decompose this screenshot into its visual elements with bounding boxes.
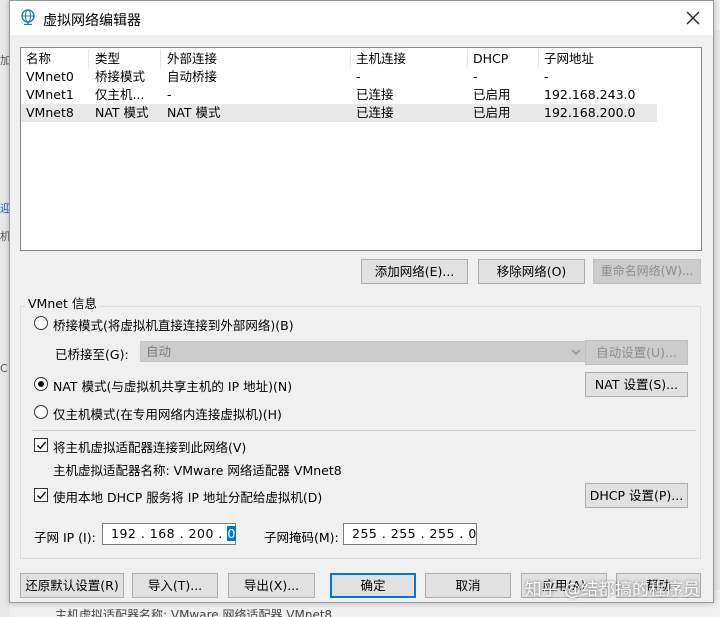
bridged-to-value: 自动 <box>146 344 172 359</box>
host-only-label[interactable]: 仅主机模式(在专用网络内连接虚拟机)(H) <box>53 404 282 423</box>
bridged-mode-radio[interactable] <box>34 316 48 330</box>
remove-network-button[interactable]: 移除网络(O) <box>478 259 585 284</box>
bridged-to-select[interactable]: 自动 <box>140 341 587 362</box>
cell-type: 仅主机... <box>95 87 145 102</box>
column-header-external[interactable]: 外部连接 <box>161 50 351 68</box>
network-list[interactable]: 名称 类型 外部连接 主机连接 DHCP 子网地址 VMnet0 桥接模式 自动… <box>20 47 702 251</box>
nat-settings-button[interactable]: NAT 设置(S)... <box>585 372 688 397</box>
restore-defaults-button[interactable]: 还原默认设置(R) <box>20 573 124 598</box>
network-globe-icon <box>21 9 35 25</box>
cell-subnet: 192.168.200.0 <box>544 105 636 120</box>
column-header-subnet[interactable]: 子网地址 <box>539 50 699 68</box>
window-title: 虚拟网络编辑器 <box>43 13 141 29</box>
vmnet-info-label: VMnet 信息 <box>26 293 99 312</box>
column-header-type[interactable]: 类型 <box>89 50 161 68</box>
cell-subnet: 192.168.243.0 <box>544 87 636 102</box>
cell-host: 已连接 <box>356 87 394 102</box>
nat-mode-label[interactable]: NAT 模式(与虚拟机共享主机的 IP 地址)(N) <box>53 376 292 395</box>
cell-host: 已连接 <box>356 105 394 120</box>
adapter-name-text: 主机虚拟适配器名称: VMware 网络适配器 VMnet8 <box>53 463 342 478</box>
nat-mode-radio[interactable] <box>34 377 48 391</box>
cell-name: VMnet1 <box>26 87 74 102</box>
table-row-selected[interactable]: VMnet8 NAT 模式 NAT 模式 已连接 已启用 192.168.200… <box>21 104 657 122</box>
export-button[interactable]: 导出(X)... <box>228 573 315 598</box>
cell-external: - <box>167 87 172 102</box>
auto-settings-button[interactable]: 自动设置(U)... <box>585 340 688 365</box>
cell-dhcp: - <box>473 69 478 84</box>
bridged-to-label: 已桥接至(G): <box>55 347 129 362</box>
subnet-mask-input[interactable]: 255 . 255 . 255 . 0 <box>343 523 477 545</box>
ok-button[interactable]: 确定 <box>330 573 416 598</box>
table-row[interactable]: VMnet0 桥接模式 自动桥接 - - - <box>21 68 657 86</box>
cell-type: 桥接模式 <box>95 69 146 84</box>
column-header-name[interactable]: 名称 <box>21 50 89 68</box>
cell-host: - <box>356 69 361 84</box>
dhcp-label[interactable]: 使用本地 DHCP 服务将 IP 地址分配给虚拟机(D) <box>53 487 322 506</box>
add-network-button[interactable]: 添加网络(E)... <box>361 259 468 284</box>
checkmark-icon <box>36 491 47 500</box>
connect-adapter-label[interactable]: 将主机虚拟适配器连接到此网络(V) <box>53 437 246 456</box>
close-icon[interactable] <box>683 8 703 28</box>
cancel-button[interactable]: 取消 <box>425 573 511 598</box>
cell-dhcp: 已启用 <box>473 105 511 120</box>
dhcp-settings-button[interactable]: DHCP 设置(P)... <box>585 483 688 508</box>
cell-name: VMnet0 <box>26 69 74 84</box>
title-bar: 虚拟网络编辑器 <box>10 1 713 35</box>
import-button[interactable]: 导入(T)... <box>132 573 218 598</box>
subnet-ip-last-octet: 0 <box>227 526 236 541</box>
chevron-down-icon <box>571 349 581 355</box>
rename-network-button[interactable]: 重命名网络(W)... <box>593 259 701 284</box>
virtual-network-editor-dialog: 虚拟网络编辑器 名称 类型 外部连接 主机连接 DHCP 子网地址 VMnet0… <box>9 0 714 603</box>
cell-subnet: - <box>544 69 549 84</box>
cell-type: NAT 模式 <box>95 105 149 120</box>
list-header: 名称 类型 外部连接 主机连接 DHCP 子网地址 <box>21 50 701 68</box>
background-window-text: 主机虚拟适配器名称: VMware 网络适配器 VMnet8 <box>55 608 333 617</box>
column-header-host[interactable]: 主机连接 <box>351 50 468 68</box>
cell-external: 自动桥接 <box>167 69 218 84</box>
table-row[interactable]: VMnet1 仅主机... - 已连接 已启用 192.168.243.0 <box>21 86 657 104</box>
bridged-mode-label[interactable]: 桥接模式(将虚拟机直接连接到外部网络)(B) <box>53 315 294 334</box>
column-header-dhcp[interactable]: DHCP <box>468 50 539 68</box>
checkmark-icon <box>36 441 47 450</box>
subnet-ip-label: 子网 IP (I): <box>34 530 96 545</box>
watermark: 知乎 @结都搞的程序员 <box>524 580 700 600</box>
divider <box>32 430 696 431</box>
cell-dhcp: 已启用 <box>473 87 511 102</box>
subnet-ip-value: 192 . 168 . 200 . <box>111 526 228 541</box>
connect-adapter-checkbox[interactable] <box>34 438 48 452</box>
host-only-radio[interactable] <box>34 405 48 419</box>
cell-external: NAT 模式 <box>167 105 221 120</box>
cell-name: VMnet8 <box>26 105 74 120</box>
dhcp-checkbox[interactable] <box>34 488 48 502</box>
subnet-mask-label: 子网掩码(M): <box>264 530 339 545</box>
subnet-ip-input[interactable]: 192 . 168 . 200 . 0 <box>102 523 236 545</box>
